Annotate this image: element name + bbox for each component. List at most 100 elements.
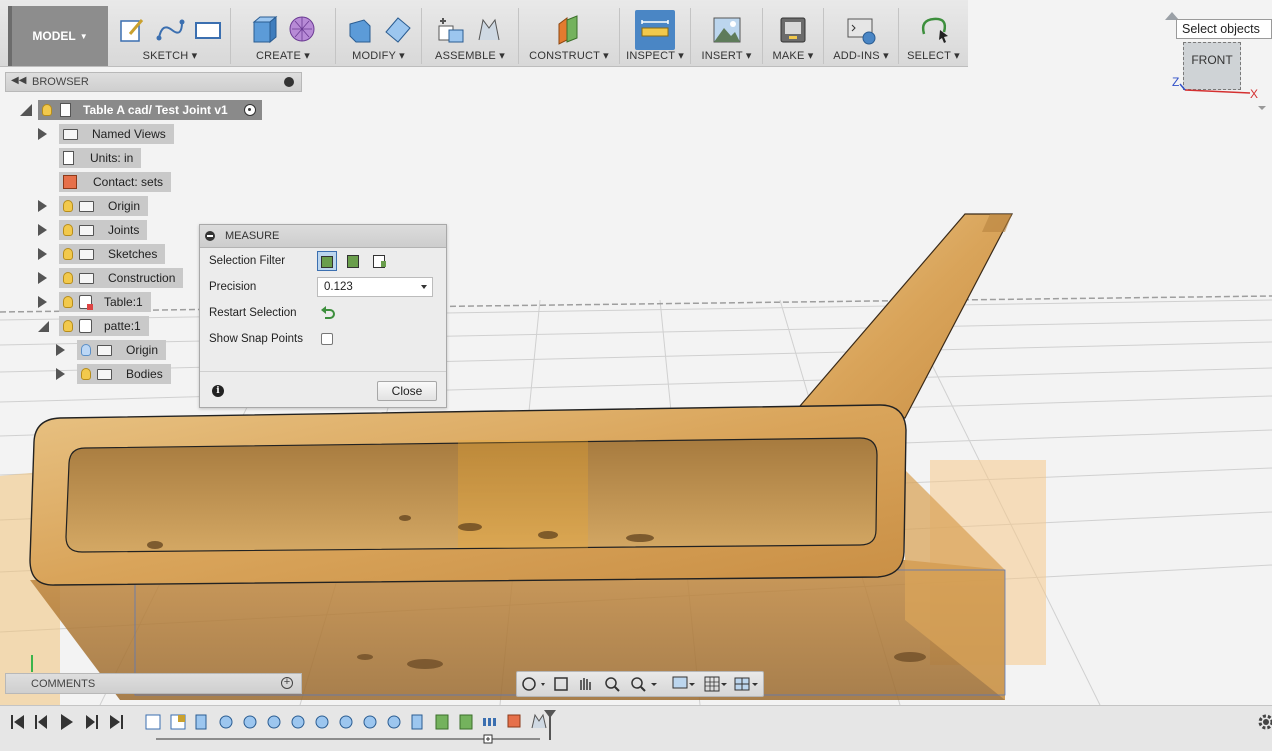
expand-arrow-icon[interactable]	[56, 344, 65, 356]
toolbar-group-create[interactable]: CREATE ▾	[231, 8, 336, 64]
tree-item-label: Bodies	[126, 367, 163, 381]
new-component-icon[interactable]	[435, 14, 467, 46]
toolbar-group-add-ins[interactable]: ADD-INS ▾	[824, 8, 899, 64]
close-button[interactable]: Close	[377, 381, 437, 401]
grid-settings-icon[interactable]	[704, 676, 727, 692]
form-icon[interactable]	[286, 14, 318, 46]
scripts-icon[interactable]	[845, 14, 877, 46]
visibility-bulb-icon[interactable]	[81, 368, 91, 380]
toolbar-group-modify[interactable]: MODIFY ▾	[336, 8, 422, 64]
toolbar-group-select[interactable]: SELECT ▾	[899, 8, 968, 64]
insert-image-icon[interactable]	[711, 14, 743, 46]
visibility-bulb-icon[interactable]	[63, 248, 73, 260]
folder-icon	[63, 128, 78, 140]
tree-item-contact-sets[interactable]: Contact: sets	[59, 172, 172, 192]
folder-icon	[79, 248, 94, 260]
tree-item-construction[interactable]: Construction	[38, 268, 184, 288]
visibility-bulb-icon[interactable]	[63, 200, 73, 212]
go-to-start-icon[interactable]	[11, 715, 24, 729]
visibility-bulb-icon[interactable]	[63, 272, 73, 284]
workspace-switcher-button[interactable]: MODEL ▼	[8, 6, 108, 66]
expand-arrow-icon[interactable]	[20, 104, 32, 116]
browser-panel-header[interactable]: ◀◀ BROWSER	[5, 72, 302, 92]
visibility-bulb-icon[interactable]	[63, 320, 73, 332]
comments-panel-header[interactable]: COMMENTS +	[5, 673, 302, 694]
pan-hand-icon[interactable]	[580, 678, 591, 690]
collapse-panel-icon[interactable]: ◀◀	[11, 75, 26, 86]
visibility-bulb-icon[interactable]	[42, 104, 52, 116]
expand-arrow-icon[interactable]	[38, 272, 47, 284]
tree-item-named-views[interactable]: Named Views	[38, 124, 174, 144]
show-snap-points-checkbox[interactable]	[321, 333, 333, 345]
look-at-icon[interactable]	[554, 677, 568, 691]
measure-tool-button[interactable]	[635, 10, 675, 50]
orbit-icon[interactable]	[522, 677, 545, 691]
select-edge-filter-icon[interactable]	[369, 251, 389, 271]
folder-icon	[97, 344, 112, 356]
tree-item-sketches[interactable]: Sketches	[38, 244, 166, 264]
display-settings-icon[interactable]	[672, 676, 695, 689]
expand-arrow-icon[interactable]	[38, 224, 47, 236]
tree-root-row[interactable]: Table A cad/ Test Joint v1	[20, 100, 262, 120]
3d-print-icon[interactable]	[777, 14, 809, 46]
tree-item-joints[interactable]: Joints	[38, 220, 148, 240]
step-forward-icon[interactable]	[86, 715, 98, 729]
viewports-icon[interactable]	[734, 677, 758, 691]
measure-dialog: MEASURE Selection Filter Precision 0.123…	[199, 224, 447, 408]
arc-icon[interactable]	[154, 14, 186, 46]
info-icon[interactable]: i	[212, 385, 224, 397]
visibility-bulb-icon[interactable]	[63, 296, 73, 308]
toolbar-group-label: MODIFY	[352, 50, 396, 62]
visibility-bulb-icon[interactable]	[81, 344, 91, 356]
expand-arrow-icon[interactable]	[38, 248, 47, 260]
tree-item-label: Joints	[108, 223, 140, 237]
timeline-settings-gear-icon[interactable]	[1258, 714, 1272, 730]
timeline-feature-icons[interactable]	[145, 713, 547, 730]
add-comment-icon[interactable]: +	[281, 677, 293, 689]
go-to-end-icon[interactable]	[110, 715, 123, 729]
press-pull-icon[interactable]	[344, 14, 376, 46]
expand-arrow-icon[interactable]	[38, 128, 47, 140]
toolbar-group-make[interactable]: MAKE ▾	[763, 8, 824, 64]
collapse-dialog-icon[interactable]	[205, 231, 215, 241]
visibility-bulb-icon[interactable]	[63, 224, 73, 236]
expand-arrow-icon[interactable]	[56, 368, 65, 380]
joint-icon[interactable]	[473, 14, 505, 46]
toolbar-group-insert[interactable]: INSERT ▾	[691, 8, 763, 64]
tree-item-units[interactable]: Units: in	[59, 148, 142, 168]
fit-zoom-icon[interactable]	[631, 677, 657, 692]
select-face-filter-icon[interactable]	[343, 251, 363, 271]
expand-arrow-icon[interactable]	[38, 296, 47, 308]
select-tooltip: Select objects	[1176, 19, 1272, 39]
browser-minimize-icon[interactable]	[284, 77, 294, 87]
select-lasso-icon[interactable]	[918, 14, 950, 46]
document-icon	[60, 103, 71, 117]
create-sketch-icon[interactable]	[116, 14, 148, 46]
precision-dropdown[interactable]: 0.123	[317, 277, 433, 297]
tree-item-patte-component[interactable]: patte:1	[38, 316, 149, 336]
offset-plane-icon[interactable]	[553, 14, 585, 46]
folder-icon	[79, 272, 94, 284]
collapse-arrow-icon[interactable]	[38, 320, 49, 332]
rectangle-icon[interactable]	[192, 14, 224, 46]
toolbar-group-construct[interactable]: CONSTRUCT ▾	[519, 8, 620, 64]
zoom-icon[interactable]	[605, 677, 620, 692]
step-back-icon[interactable]	[35, 715, 47, 729]
tree-item-table-component[interactable]: Table:1	[38, 292, 151, 312]
toolbar-group-inspect[interactable]: INSPECT ▾	[620, 8, 691, 64]
tree-item-origin[interactable]: Origin	[38, 196, 149, 216]
activate-radio-icon[interactable]	[243, 104, 256, 116]
measure-dialog-header[interactable]: MEASURE	[200, 225, 446, 248]
toolbar-group-sketch[interactable]: SKETCH ▾	[110, 8, 231, 64]
expand-arrow-icon[interactable]	[38, 200, 47, 212]
tree-item-bodies[interactable]: Bodies	[56, 364, 171, 384]
timeline-add-icon[interactable]	[483, 734, 493, 744]
play-icon[interactable]	[61, 714, 73, 730]
tree-item-patte-origin[interactable]: Origin	[56, 340, 167, 360]
fillet-icon[interactable]	[382, 14, 414, 46]
folder-icon	[79, 200, 94, 212]
select-body-filter-icon[interactable]	[317, 251, 337, 271]
extrude-icon[interactable]	[248, 14, 280, 46]
restart-selection-icon[interactable]	[320, 306, 336, 320]
toolbar-group-assemble[interactable]: ASSEMBLE ▾	[422, 8, 519, 64]
